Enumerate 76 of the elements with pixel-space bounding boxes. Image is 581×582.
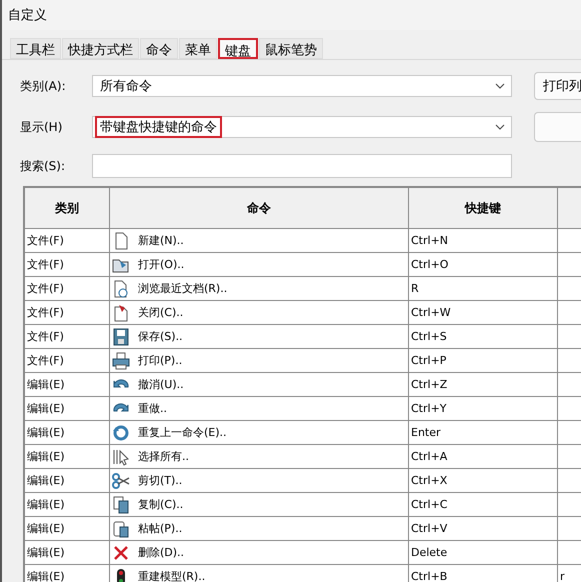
printer-icon: [112, 352, 130, 370]
table-cell: 文件(F): [25, 349, 110, 373]
table-cell: 编辑(E): [25, 493, 110, 517]
field-label: 搜索(S):: [20, 158, 66, 174]
tab[interactable]: 快捷方式栏: [62, 38, 139, 59]
column-header[interactable]: 快捷键: [409, 188, 558, 229]
table-cell: 新建(N)..: [138, 233, 184, 248]
table-cell: 删除(D)..: [138, 545, 184, 560]
table-cell: 浏览最近文档(R)..: [138, 281, 228, 296]
table-cell: Ctrl+Y: [409, 397, 558, 421]
table-cell: Ctrl+X: [409, 469, 558, 493]
table-cell: Ctrl+P: [409, 349, 558, 373]
table-cell: Delete: [409, 541, 558, 565]
table-cell: 保存(S)..: [138, 329, 183, 344]
table-cell: 编辑(E): [25, 445, 110, 469]
blank-button[interactable]: [534, 112, 581, 142]
table-cell: Ctrl+V: [409, 517, 558, 541]
table-cell: 剪切(T)..: [138, 473, 182, 488]
copy-icon: [112, 496, 130, 514]
dropdown-value: 所有命令: [99, 78, 153, 96]
table-cell: Ctrl+O: [409, 253, 558, 277]
column-header[interactable]: 命令: [110, 188, 409, 229]
table-cell: 重建模型(R)..: [138, 569, 206, 582]
table-cell: 文件(F): [25, 277, 110, 301]
table-cell: 打印(P)..: [138, 353, 182, 368]
tab[interactable]: 键盘: [218, 38, 258, 59]
table-cell: 编辑(E): [25, 565, 110, 582]
dropdown-caret-icon: [495, 83, 505, 89]
table-cell: Ctrl+S: [409, 325, 558, 349]
table-cell: Enter: [409, 421, 558, 445]
table-cell: Ctrl+C: [409, 493, 558, 517]
dropdown-value: 带键盘快捷键的命令: [95, 116, 222, 138]
table-cell: Ctrl+N: [409, 229, 558, 253]
document-arrow-icon: [112, 304, 130, 322]
cross-icon: [112, 544, 130, 562]
table-cell: 编辑(E): [25, 397, 110, 421]
table-cell: 关闭(C)..: [138, 305, 184, 320]
tab[interactable]: 鼠标笔势: [259, 38, 323, 59]
table-cell: 复制(C)..: [138, 497, 184, 512]
clock-document-icon: [112, 280, 130, 298]
display-dropdown[interactable]: 带键盘快捷键的命令: [92, 116, 512, 138]
table-cell: 打开(O)..: [138, 257, 184, 272]
table-cell: 编辑(E): [25, 517, 110, 541]
table-cell: Ctrl+W: [409, 301, 558, 325]
cursor-icon: [112, 448, 130, 466]
print-button[interactable]: 打印列: [534, 72, 581, 100]
table-cell: 文件(F): [25, 325, 110, 349]
table-cell: 文件(F): [25, 253, 110, 277]
table-cell: Ctrl+B: [409, 565, 558, 582]
table-cell: 文件(F): [25, 229, 110, 253]
paste-icon: [112, 520, 130, 538]
search-field[interactable]: [92, 154, 512, 178]
tab[interactable]: 命令: [140, 38, 178, 59]
table-cell: 重复上一命令(E)..: [138, 425, 227, 440]
table-cell: 撤消(U)..: [138, 377, 184, 392]
table-cell: Ctrl+Z: [409, 373, 558, 397]
table-cell: 编辑(E): [25, 421, 110, 445]
window-title: 自定义: [8, 7, 47, 24]
tab[interactable]: 工具栏: [10, 38, 61, 59]
table-cell: 编辑(E): [25, 469, 110, 493]
table-cell: 粘帖(P)..: [138, 521, 182, 536]
column-header[interactable]: 类别: [25, 188, 110, 229]
category-dropdown[interactable]: 所有命令: [92, 75, 512, 97]
field-label: 类别(A):: [20, 78, 67, 94]
dropdown-caret-icon: [495, 124, 505, 130]
table-cell: 编辑(E): [25, 541, 110, 565]
table-cell: R: [409, 277, 558, 301]
table-cell: 文件(F): [25, 301, 110, 325]
tab[interactable]: 菜单: [179, 38, 217, 59]
field-label: 显示(H): [20, 118, 64, 136]
table-cell: r: [558, 565, 581, 582]
table-cell: 选择所有..: [138, 449, 189, 464]
table-cell: Ctrl+A: [409, 445, 558, 469]
table-cell: 编辑(E): [25, 373, 110, 397]
scissors-icon: [112, 472, 130, 490]
table-cell: 重做..: [138, 401, 167, 416]
